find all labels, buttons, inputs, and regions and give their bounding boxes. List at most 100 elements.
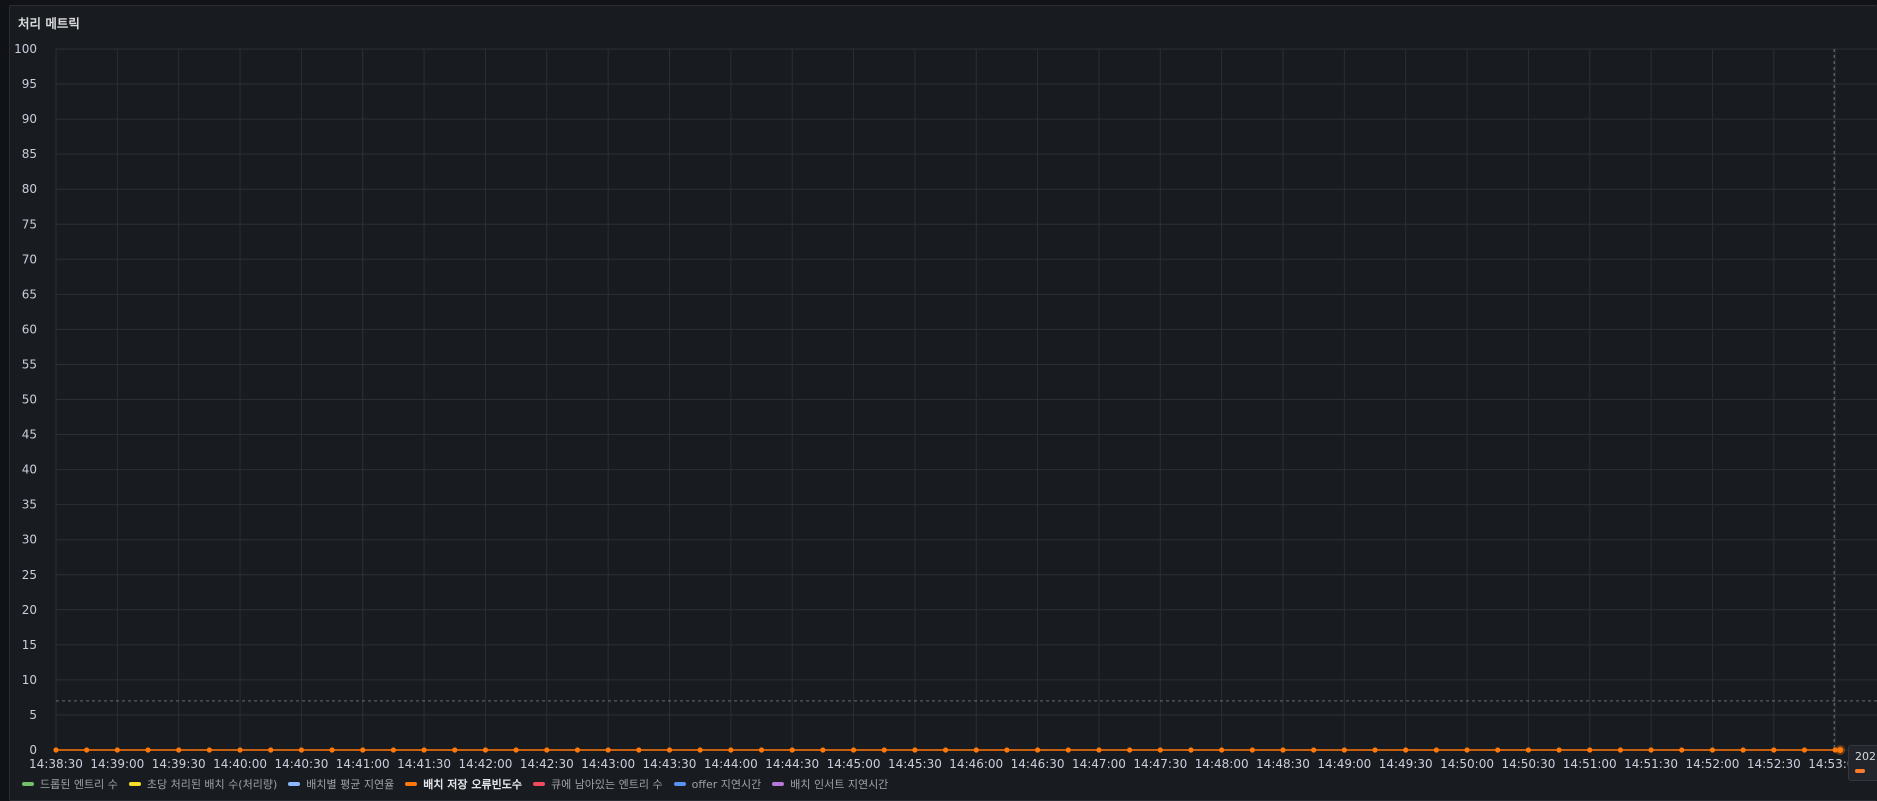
legend-item[interactable]: 배치별 평균 지연율 [288,776,394,792]
line-chart[interactable]: 0 5 10 15 20 25 30 35 40 45 50 55 60 65 70 75 80 85 90 95 10… [0,0,1877,801]
data-point [1372,747,1378,753]
data-point [544,747,550,753]
legend-item[interactable]: 드롭된 엔트리 수 [22,776,118,792]
data-point [114,747,120,753]
data-point [1801,747,1808,753]
data-point [329,747,335,753]
data-point [1035,747,1041,753]
y-tick-label: 10 [22,673,37,687]
legend-label: 초당 처리된 배치 수(처리량) [146,778,278,791]
x-tick-label: 14:49:30 [1379,757,1433,771]
data-point [1403,747,1409,753]
hover-tooltip: 202 [1848,745,1877,781]
data-point [1280,747,1286,753]
data-point [881,747,887,753]
legend-label: offer 지연시간 [691,778,762,791]
x-tick-label: 14:42:00 [458,757,512,771]
x-tick-label: 14:41:00 [336,757,390,771]
data-point [482,747,489,753]
x-tick-label: 14:39:00 [90,757,144,771]
legend-item[interactable]: 큐에 남아있는 엔트리 수 [532,776,663,792]
legend-swatch [22,782,34,786]
data-point [728,747,734,753]
y-tick-label: 70 [22,252,37,266]
data-point [237,747,243,753]
y-tick-label: 35 [22,498,37,512]
tooltip-series-swatch [1855,769,1865,773]
data-point [1341,747,1347,753]
legend-swatch [532,782,545,786]
y-tick-label: 80 [22,182,37,196]
y-tick-label: 90 [22,112,37,126]
data-point [666,747,673,753]
data-point [789,747,795,753]
legend-label: 드롭된 엔트리 수 [40,778,118,791]
y-tick-label: 15 [22,638,37,652]
y-tick-label: 60 [22,322,37,336]
data-point [1157,747,1163,753]
data-point [452,747,458,753]
legend-item[interactable]: 초당 처리된 배치 수(처리량) [128,776,278,792]
x-tick-label: 14:46:00 [949,757,1003,771]
data-point [1311,747,1317,753]
legend-item[interactable]: 배치 인서트 지연시간 [772,776,888,792]
y-tick-label: 30 [22,533,37,547]
data-point [53,747,59,753]
data-point [1219,747,1225,753]
data-point [84,747,90,753]
data-point [1065,747,1071,753]
x-tick-label: 14:51:00 [1563,757,1617,771]
data-point [697,747,703,753]
y-tick-label: 40 [22,463,37,477]
x-tick-label: 14:50:30 [1501,757,1555,771]
legend-swatch [288,782,301,786]
data-point [1740,747,1746,753]
legend-swatch [673,782,686,786]
legend-item[interactable]: offer 지연시간 [673,776,762,792]
data-point [145,747,151,753]
legend-label: 큐에 남아있는 엔트리 수 [550,778,663,791]
x-tick-label: 14:41:30 [397,757,451,771]
y-tick-label: 20 [22,603,37,617]
y-tick-label: 55 [22,357,37,371]
y-tick-label: 25 [22,568,37,582]
x-tick-label: 14:47:00 [1072,757,1126,771]
data-point [1679,747,1685,753]
chart-legend: 드롭된 엔트리 수 초당 처리된 배치 수(처리량) 배치별 평균 지연율 배치 저장… [22,776,888,792]
data-point [1188,747,1194,753]
data-point [1617,747,1624,753]
data-point [1771,747,1777,753]
legend-label: 배치별 평균 지연율 [306,778,395,791]
x-tick-label: 14:51:30 [1624,757,1678,771]
x-tick-label: 14:39:30 [152,757,206,771]
data-point [298,747,304,753]
data-point [758,747,765,753]
x-tick-label: 14:48:00 [1195,757,1249,771]
data-point [421,747,427,753]
legend-swatch [128,782,141,786]
data-point [513,747,519,753]
x-tick-label: 14:48:30 [1256,757,1310,771]
x-tick-label: 14:46:30 [1011,757,1065,771]
legend-item[interactable]: 배치 저장 오류빈도수 [405,776,522,792]
data-point [605,747,611,753]
x-tick-label: 14:43:00 [581,757,635,771]
legend-swatch [405,782,418,786]
legend-label: 배치 인서트 지연시간 [790,778,889,791]
data-point [1648,747,1654,753]
y-tick-label: 5 [29,708,37,722]
y-tick-label: 45 [22,428,37,442]
x-tick-label: 14:47:30 [1133,757,1187,771]
data-point [820,747,826,753]
data-point [1495,747,1501,753]
x-tick-label: 14:45:30 [888,757,942,771]
x-tick-label: 14:40:00 [213,757,267,771]
y-tick-label: 75 [22,217,37,231]
data-point [636,747,642,753]
data-point [942,747,949,753]
x-tick-label: 14:45:00 [827,757,881,771]
tooltip-time: 202 [1855,750,1876,763]
y-tick-label: 95 [22,77,37,91]
x-tick-label: 14:44:30 [765,757,819,771]
x-tick-label: 14:43:30 [643,757,697,771]
